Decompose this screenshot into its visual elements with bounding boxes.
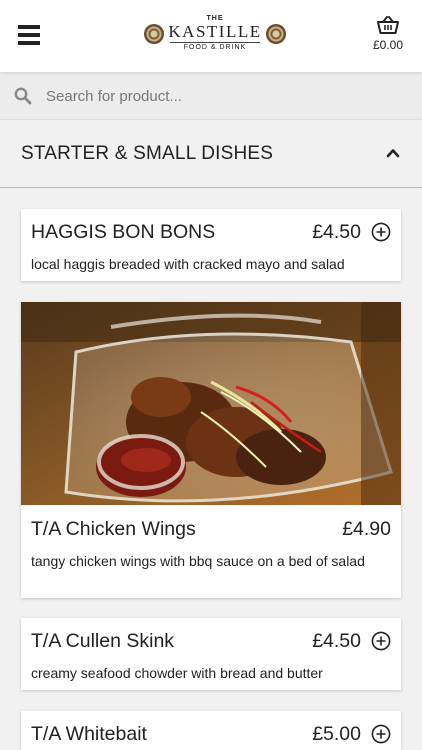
plus-circle-icon[interactable] xyxy=(371,631,391,651)
product-name: T/A Whitebait xyxy=(31,723,147,745)
brand-logo[interactable]: THE KASTILLE FOOD & DRINK xyxy=(144,14,286,56)
product-name: HAGGIS BON BONS xyxy=(31,221,216,243)
hamburger-menu-icon[interactable] xyxy=(18,25,40,45)
search-bar xyxy=(0,72,422,120)
logo-name: KASTILLE xyxy=(168,22,262,41)
product-card[interactable]: T/A Cullen Skink £4.50 creamy seafood ch… xyxy=(21,618,401,690)
search-icon xyxy=(14,87,32,105)
product-price: £4.50 xyxy=(312,630,361,652)
search-input[interactable] xyxy=(46,82,406,110)
logo-the: THE xyxy=(206,15,224,22)
product-card[interactable]: T/A Chicken Wings £4.90 tangy chicken wi… xyxy=(21,302,401,598)
cart-total: £0.00 xyxy=(372,38,404,52)
product-name: T/A Cullen Skink xyxy=(31,630,175,652)
product-price: £4.90 xyxy=(342,518,391,540)
logo-rule xyxy=(170,42,260,43)
product-name: T/A Chicken Wings xyxy=(31,518,196,540)
category-header[interactable]: STARTER & SMALL DISHES xyxy=(0,120,422,188)
chevron-up-icon[interactable] xyxy=(386,146,400,160)
app-header: THE KASTILLE FOOD & DRINK £0.00 xyxy=(0,0,422,72)
product-card[interactable]: T/A Whitebait £5.00 xyxy=(21,711,401,750)
category-title: STARTER & SMALL DISHES xyxy=(21,143,274,164)
product-image xyxy=(21,302,401,505)
chicken-wings-photo xyxy=(21,302,401,505)
product-description: tangy chicken wings with bbq sauce on a … xyxy=(31,553,365,569)
logo-medal-right-icon xyxy=(266,24,286,44)
plus-circle-icon[interactable] xyxy=(371,222,391,242)
plus-circle-icon[interactable] xyxy=(371,724,391,744)
product-description: creamy seafood chowder with bread and bu… xyxy=(31,665,323,681)
product-card[interactable]: HAGGIS BON BONS £4.50 local haggis bread… xyxy=(21,209,401,281)
product-price: £5.00 xyxy=(312,723,361,745)
product-price: £4.50 xyxy=(312,221,361,243)
product-description: local haggis breaded with cracked mayo a… xyxy=(31,256,345,272)
cart-button[interactable]: £0.00 xyxy=(368,16,408,56)
basket-icon xyxy=(377,16,399,34)
logo-subtitle: FOOD & DRINK xyxy=(183,44,247,51)
